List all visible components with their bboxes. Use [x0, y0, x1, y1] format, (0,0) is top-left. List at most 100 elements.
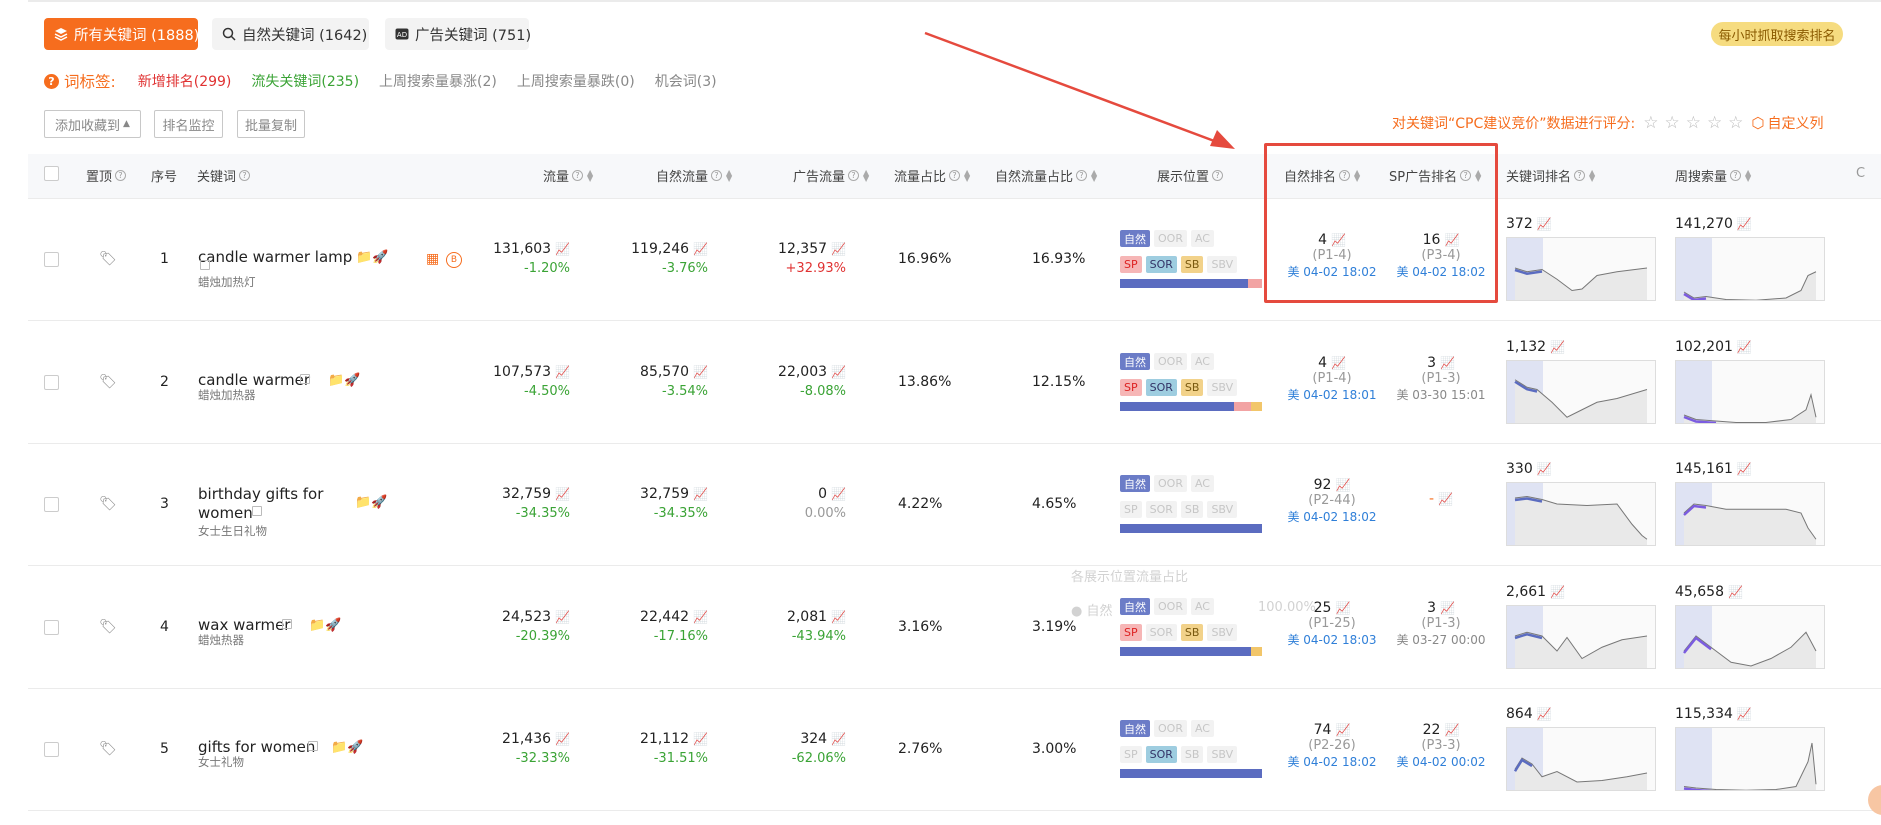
ad-value: 12,357 📈	[778, 241, 846, 257]
keyword-rank-sparkline[interactable]	[1506, 605, 1656, 669]
pill-sbv: SBV	[1207, 256, 1238, 273]
keyword-text[interactable]: birthday gifts for	[198, 485, 323, 503]
trend-icon[interactable]: 📈	[1440, 356, 1455, 370]
trend-icon[interactable]: 📈	[1737, 462, 1752, 476]
tag-search-surge[interactable]: 上周搜索量暴涨(2)	[379, 71, 497, 91]
trend-icon[interactable]: 📈	[693, 610, 708, 624]
trend-icon[interactable]: 📈	[831, 610, 846, 624]
trend-icon[interactable]: 📈	[1440, 601, 1455, 615]
keyword-text[interactable]: candle warmer lamp	[198, 248, 352, 266]
trend-icon[interactable]: 📈	[555, 610, 570, 624]
keyword-rank-sparkline[interactable]	[1506, 237, 1656, 301]
weekly-search-value: 145,161 📈	[1675, 461, 1752, 477]
header-traffic-share[interactable]: 流量占比? ▲ ▼	[894, 166, 970, 185]
header-keyword-rank[interactable]: 关键词排名? ▲ ▼	[1506, 166, 1595, 185]
trend-icon[interactable]: 📈	[1550, 340, 1565, 354]
trend-icon[interactable]: 📈	[831, 365, 846, 379]
weekly-search-sparkline[interactable]	[1675, 237, 1825, 302]
weekly-search-sparkline[interactable]	[1675, 605, 1825, 669]
tab-label: 广告关键词 (751)	[415, 27, 532, 44]
rank-monitor-button[interactable]: 排名监控	[154, 110, 223, 138]
weekly-search-sparkline[interactable]	[1675, 482, 1825, 546]
header-ad-traffic[interactable]: 广告流量? ▲ ▼	[793, 166, 869, 185]
tag-opportunity[interactable]: 机会词(3)	[655, 71, 717, 91]
trend-icon[interactable]: 📈	[1335, 601, 1350, 615]
tag-new-rank[interactable]: 新增排名(299)	[138, 71, 232, 91]
keyword-rank-sparkline[interactable]	[1506, 360, 1656, 424]
trend-icon[interactable]: 📈	[1737, 217, 1752, 231]
header-traffic[interactable]: 流量? ▲ ▼	[543, 166, 593, 185]
trend-icon[interactable]: 📈	[831, 242, 846, 256]
trend-icon[interactable]: 📈	[1537, 707, 1552, 721]
row-divider	[28, 198, 1881, 199]
tag-icon[interactable]: 🏷	[99, 741, 117, 757]
tab-natural-keywords[interactable]: 自然关键词 (1642)	[212, 18, 369, 50]
trend-icon[interactable]: 📈	[693, 242, 708, 256]
tag-icon[interactable]: 🏷	[99, 374, 117, 390]
trend-icon[interactable]: 📈	[1335, 478, 1350, 492]
header-weekly-search[interactable]: 周搜索量? ▲ ▼	[1675, 166, 1751, 185]
hourly-rank-badge[interactable]: 每小时抓取搜索排名	[1711, 22, 1843, 46]
trend-icon[interactable]: 📈	[1331, 356, 1346, 370]
copy-icon[interactable]	[252, 506, 262, 516]
trend-icon[interactable]: 📈	[1550, 585, 1565, 599]
traffic-share: 13.86%	[898, 374, 952, 390]
row-checkbox[interactable]	[44, 497, 59, 512]
keyword-text-cont[interactable]: women	[198, 504, 253, 522]
copy-icon[interactable]	[282, 619, 292, 629]
header-natural-traffic[interactable]: 自然流量? ▲ ▼	[656, 166, 732, 185]
trend-icon[interactable]: 📈	[693, 487, 708, 501]
trend-icon[interactable]: 📈	[555, 487, 570, 501]
tag-search-drop[interactable]: 上周搜索量暴跌(0)	[517, 71, 635, 91]
add-favorite-button[interactable]: 添加收藏到 ▲	[44, 110, 141, 138]
tab-ad-keywords[interactable]: AD 广告关键词 (751)	[385, 18, 532, 50]
tag-icon[interactable]: 🏷	[99, 496, 117, 512]
nat-value: 22,442 📈	[640, 609, 708, 625]
header-natural-share[interactable]: 自然流量占比? ▲ ▼	[995, 166, 1097, 185]
row-checkbox[interactable]	[44, 742, 59, 757]
row-checkbox[interactable]	[44, 252, 59, 267]
tag-lost-keywords[interactable]: 流失关键词(235)	[251, 71, 359, 91]
copy-icon[interactable]	[300, 374, 310, 384]
keyword-rank-sparkline[interactable]	[1506, 482, 1656, 546]
pill-natural: 自然	[1120, 230, 1150, 247]
tab-all-keywords[interactable]: 所有关键词 (1888)	[44, 18, 199, 50]
pill-sb: SB	[1180, 256, 1204, 273]
copy-icon[interactable]	[200, 260, 210, 270]
trend-icon[interactable]: 📈	[555, 365, 570, 379]
trend-icon[interactable]: 📈	[1737, 707, 1752, 721]
trend-icon[interactable]: 📈	[555, 732, 570, 746]
select-all-checkbox[interactable]	[44, 166, 59, 181]
header-keyword: 关键词?	[197, 166, 251, 185]
grid-icon[interactable]: ▦	[426, 251, 439, 267]
custom-columns-button[interactable]: ⬡ 自定义列	[1751, 113, 1823, 133]
trend-icon[interactable]: 📈	[1444, 723, 1459, 737]
row-checkbox[interactable]	[44, 620, 59, 635]
b-badge-icon[interactable]: B	[446, 252, 462, 268]
weekly-search-sparkline[interactable]	[1675, 360, 1825, 425]
keyword-rank-sparkline[interactable]	[1506, 727, 1656, 791]
trend-icon[interactable]: 📈	[555, 242, 570, 256]
trend-icon[interactable]: 📈	[1537, 217, 1552, 231]
trend-icon[interactable]: 📈	[1438, 492, 1453, 506]
trend-icon[interactable]: 📈	[1737, 340, 1752, 354]
tag-icon[interactable]: 🏷	[99, 619, 117, 635]
weekly-search-sparkline[interactable]	[1675, 727, 1825, 793]
pill-sor: SOR	[1145, 624, 1177, 641]
trend-icon[interactable]: 📈	[1335, 723, 1350, 737]
display-pills-top: 自然 OOR AC	[1120, 475, 1218, 492]
sp-rank-cell: 22 📈 (P3-3) 美 04-02 00:02	[1396, 722, 1486, 769]
trend-icon[interactable]: 📈	[1728, 585, 1743, 599]
trend-icon[interactable]: 📈	[1537, 462, 1552, 476]
trend-icon[interactable]: 📈	[693, 732, 708, 746]
batch-copy-button[interactable]: 批量复制	[237, 110, 305, 138]
tag-icon[interactable]: 🏷	[99, 251, 117, 267]
copy-icon[interactable]	[308, 741, 318, 751]
trend-icon[interactable]: 📈	[693, 365, 708, 379]
trend-icon[interactable]: 📈	[831, 487, 846, 501]
weekly-search-value: 141,270 📈	[1675, 216, 1752, 232]
keyword-rank-value: 864 📈	[1506, 706, 1552, 722]
rating-stars[interactable]: ☆☆☆☆☆	[1643, 113, 1749, 133]
row-checkbox[interactable]	[44, 375, 59, 390]
trend-icon[interactable]: 📈	[831, 732, 846, 746]
